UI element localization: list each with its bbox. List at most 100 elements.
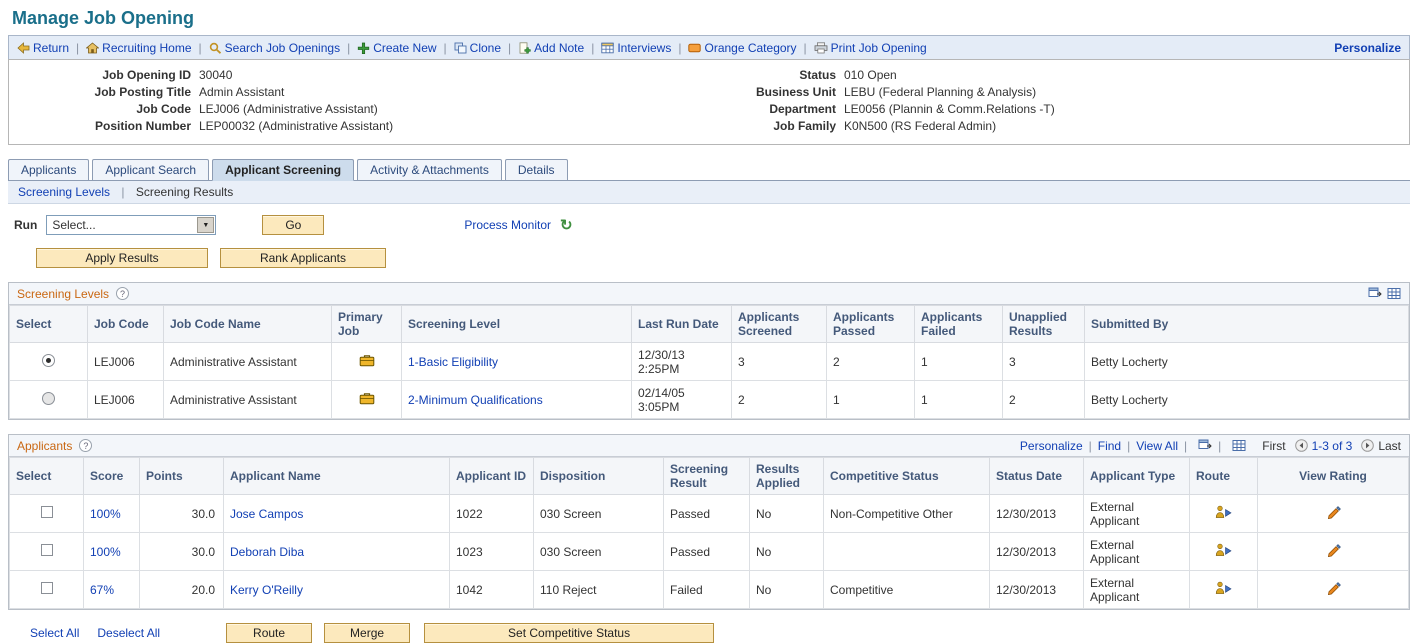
applicant-name-link[interactable]: Kerry O'Reilly: [230, 583, 303, 597]
applicant-id-cell: 1023: [450, 533, 534, 571]
screening-levels-header: Screening Levels: [9, 283, 1409, 305]
prev-page-icon[interactable]: [1295, 439, 1308, 452]
applicant-row: 100% 30.0 Deborah Diba 1023 030 Screen P…: [10, 533, 1409, 571]
score-link[interactable]: 100%: [90, 507, 121, 521]
rank-applicants-button[interactable]: Rank Applicants: [220, 248, 386, 268]
screening-level-row: LEJ006 Administrative Assistant 2-Minimu…: [10, 381, 1409, 419]
download-grid-icon[interactable]: [1232, 439, 1246, 452]
refresh-icon[interactable]: [560, 216, 573, 234]
help-icon[interactable]: [116, 287, 129, 300]
run-select[interactable]: Select...: [46, 215, 216, 235]
applicant-row: 67% 20.0 Kerry O'Reilly 1042 110 Reject …: [10, 571, 1409, 609]
grid-find-link[interactable]: Find: [1098, 439, 1121, 453]
position-number-value: LEP00032 (Administrative Assistant): [199, 118, 393, 135]
applicant-name-link[interactable]: Jose Campos: [230, 507, 303, 521]
tab-details[interactable]: Details: [505, 159, 568, 181]
subnav-screening-levels[interactable]: Screening Levels: [18, 185, 110, 199]
deselect-all-link[interactable]: Deselect All: [97, 626, 160, 640]
toolbar-print-job-opening[interactable]: Print Job Opening: [814, 41, 927, 55]
toolbar-add-note[interactable]: Add Note: [518, 41, 584, 55]
applicants-passed-cell: 2: [827, 343, 915, 381]
view-rating-icon[interactable]: [1326, 543, 1341, 557]
merge-button[interactable]: Merge: [324, 623, 410, 643]
download-grid-icon[interactable]: [1387, 287, 1401, 300]
toolbar-interviews[interactable]: Interviews: [601, 41, 671, 55]
route-button[interactable]: Route: [226, 623, 312, 643]
results-applied-cell: No: [750, 571, 824, 609]
route-icon[interactable]: [1215, 581, 1233, 595]
score-link[interactable]: 67%: [90, 583, 114, 597]
results-applied-cell: No: [750, 495, 824, 533]
disposition-cell: 030 Screen: [534, 495, 664, 533]
applicant-checkbox[interactable]: [41, 544, 53, 556]
go-button[interactable]: Go: [262, 215, 324, 235]
toolbar-personalize-link[interactable]: Personalize: [1334, 41, 1401, 55]
zoom-grid-icon[interactable]: [1198, 439, 1212, 452]
pager-first-label[interactable]: First: [1262, 439, 1285, 453]
col-select: Select: [10, 458, 84, 495]
results-applied-cell: No: [750, 533, 824, 571]
score-link[interactable]: 100%: [90, 545, 121, 559]
toolbar-orange-category[interactable]: Orange Category: [688, 41, 796, 55]
applicant-id-cell: 1042: [450, 571, 534, 609]
screening-level-link[interactable]: 2-Minimum Qualifications: [408, 393, 543, 407]
toolbar-return[interactable]: Return: [17, 41, 69, 55]
screening-level-radio[interactable]: [42, 392, 55, 405]
disposition-cell: 030 Screen: [534, 533, 664, 571]
toolbar-recruiting-home[interactable]: Recruiting Home: [86, 41, 191, 55]
grid-view-all-link[interactable]: View All: [1136, 439, 1178, 453]
screening-result-cell: Passed: [664, 495, 750, 533]
subnav-screening-results[interactable]: Screening Results: [136, 185, 233, 199]
screening-level-radio[interactable]: [42, 354, 55, 367]
grid-personalize-link[interactable]: Personalize: [1020, 439, 1083, 453]
separator: [76, 41, 79, 55]
tab-applicants[interactable]: Applicants: [8, 159, 89, 181]
applicant-name-link[interactable]: Deborah Diba: [230, 545, 304, 559]
separator: [804, 41, 807, 55]
select-all-link[interactable]: Select All: [30, 626, 79, 640]
separator: [347, 41, 350, 55]
screening-level-link[interactable]: 1-Basic Eligibility: [408, 355, 498, 369]
toolbar-create-new[interactable]: Create New: [357, 41, 436, 55]
applicants-table: Select Score Points Applicant Name Appli…: [9, 457, 1409, 609]
job-family-value: K0N500 (RS Federal Admin): [844, 118, 996, 135]
help-icon[interactable]: [79, 439, 92, 452]
applicants-grid-links: Personalize Find View All: [1020, 439, 1246, 453]
view-rating-icon[interactable]: [1326, 505, 1341, 519]
screening-level-row: LEJ006 Administrative Assistant 1-Basic …: [10, 343, 1409, 381]
job-code-name-cell: Administrative Assistant: [164, 343, 332, 381]
toolbar-interviews-label: Interviews: [617, 41, 671, 55]
chevron-down-icon[interactable]: [197, 217, 214, 233]
set-competitive-status-button[interactable]: Set Competitive Status: [424, 623, 714, 643]
col-job-code: Job Code: [88, 306, 164, 343]
apply-results-button[interactable]: Apply Results: [36, 248, 208, 268]
toolbar-clone[interactable]: Clone: [454, 41, 501, 55]
col-screening-result: Screening Result: [664, 458, 750, 495]
position-number-label: Position Number: [9, 118, 199, 135]
col-applicant-id: Applicant ID: [450, 458, 534, 495]
applicant-type-cell: External Applicant: [1084, 495, 1190, 533]
toolbar-search-job-openings[interactable]: Search Job Openings: [209, 41, 340, 55]
tab-activity-attachments[interactable]: Activity & Attachments: [357, 159, 502, 181]
job-opening-id-value: 30040: [199, 67, 232, 84]
route-icon[interactable]: [1215, 543, 1233, 557]
disposition-cell: 110 Reject: [534, 571, 664, 609]
zoom-grid-icon[interactable]: [1368, 287, 1382, 300]
process-monitor-link[interactable]: Process Monitor: [464, 218, 551, 232]
applicant-checkbox[interactable]: [41, 582, 53, 594]
interviews-icon: [601, 42, 614, 54]
route-icon[interactable]: [1215, 505, 1233, 519]
col-route: Route: [1190, 458, 1258, 495]
view-rating-icon[interactable]: [1326, 581, 1341, 595]
primary-job-briefcase-icon: [359, 354, 375, 367]
separator: [1184, 439, 1187, 453]
tab-applicant-search[interactable]: Applicant Search: [92, 159, 209, 181]
next-page-icon[interactable]: [1361, 439, 1374, 452]
applicant-checkbox[interactable]: [41, 506, 53, 518]
separator: [678, 41, 681, 55]
job-code-name-cell: Administrative Assistant: [164, 381, 332, 419]
points-cell: 30.0: [140, 495, 224, 533]
tab-applicant-screening[interactable]: Applicant Screening: [212, 159, 354, 181]
separator: [591, 41, 594, 55]
pager-last-label[interactable]: Last: [1378, 439, 1401, 453]
